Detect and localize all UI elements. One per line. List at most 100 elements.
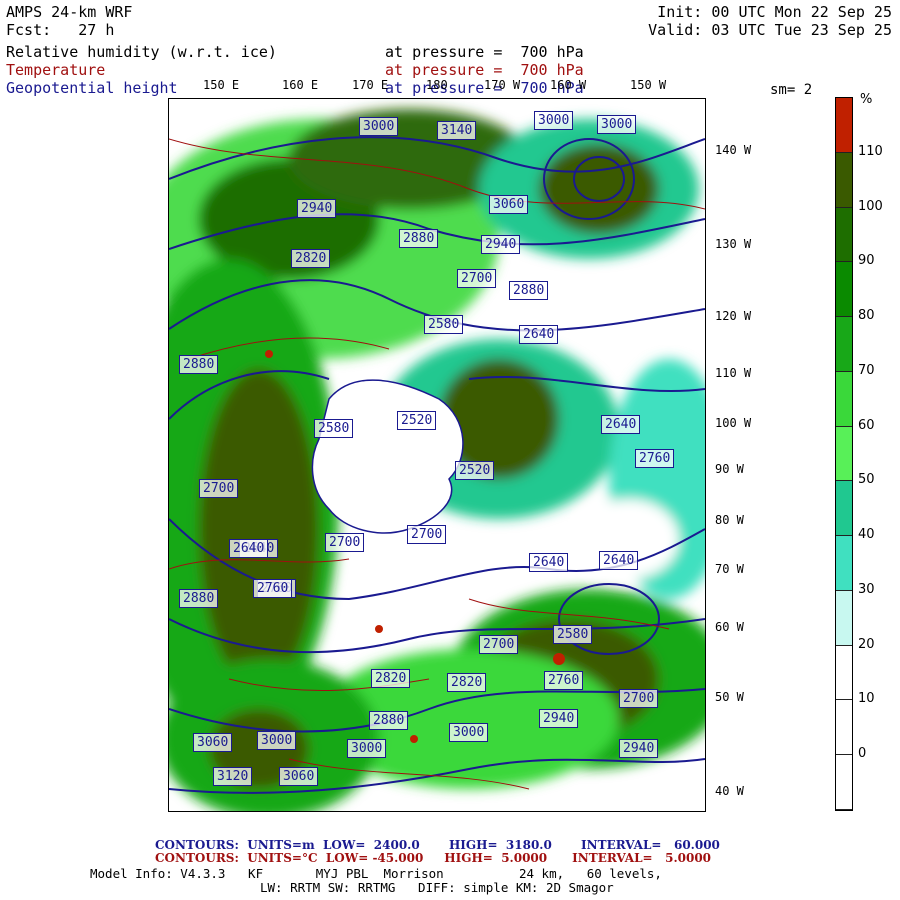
height-contour-label: 2640 [229,539,269,558]
lat-label: 50 W [715,690,744,704]
height-contour-label: 2700 [619,689,659,708]
colorbar-segment [836,590,852,646]
colorbar-unit: % [860,92,873,107]
colorbar-segment [836,317,852,372]
field1-name: Relative humidity (w.r.t. ice) [6,43,277,61]
height-contour-label: 2700 [479,635,519,654]
height-contour-label: 2880 [179,589,219,608]
model-info: Model Info: V4.3.3 KF MYJ PBL Morrison 2… [90,866,662,881]
lon-label: 170 E [352,78,389,92]
field1-level: at pressure = 700 hPa [385,43,584,61]
forecast-label: Fcst: [6,21,52,39]
colorbar-segment [836,152,852,208]
colorbar-segment [836,755,852,810]
lon-label: 160 W [550,78,587,92]
lat-label: 100 W [715,416,752,430]
height-contour-label: 3000 [347,739,387,758]
height-contour-label: 2700 [199,479,239,498]
colorbar-label: 90 [858,253,875,269]
init-time: Init: 00 UTC Mon 22 Sep 25 [657,3,892,21]
height-contour-label: 3120 [213,767,253,786]
lat-label: 80 W [715,513,744,527]
height-contour-label: 2880 [179,355,219,374]
temperature-contour-info: CONTOURS: UNITS=°C LOW= -45.000 HIGH= 5.… [155,851,712,865]
height-contour-label: 3140 [437,121,477,140]
colorbar-label: 0 [858,746,867,762]
colorbar-segment [836,481,852,537]
colorbar-label: 110 [858,143,883,159]
lat-label: 60 W [715,620,744,634]
height-contour-label: 2520 [455,461,495,480]
model-title: AMPS 24-km WRF [6,3,133,21]
height-contour-label: 2940 [481,235,521,254]
height-contour-label: 3000 [449,723,489,742]
colorbar-label: 40 [858,527,875,543]
height-contour-label: 2640 [519,325,559,344]
height-contour-label: 2640 [599,551,639,570]
lon-label: 150 E [203,78,240,92]
forecast-value: 27 h [78,21,115,39]
height-contour-label: 2820 [291,249,331,268]
colorbar-segment [836,98,852,153]
lat-label: 70 W [715,562,744,576]
field3-name: Geopotential height [6,79,178,97]
height-contour-label: 2640 [529,553,569,572]
colorbar-segment [836,645,852,701]
height-contour-label: 2640 [601,415,641,434]
height-contour-label: 3000 [597,115,637,134]
lat-label: 140 W [715,143,752,157]
colorbar-label: 80 [858,308,875,324]
height-contour-label: 2880 [509,281,549,300]
colorbar-label: 30 [858,581,875,597]
height-contour-label: 2880 [399,229,439,248]
valid-time: Valid: 03 UTC Tue 23 Sep 25 [648,21,892,39]
lon-label: 170 W [484,78,521,92]
lat-label: 90 W [715,462,744,476]
lon-label: 160 E [282,78,319,92]
height-contour-label: 2940 [539,709,579,728]
colorbar-label: 10 [858,691,875,707]
lat-label: 40 W [715,784,744,798]
colorbar-label: 60 [858,417,875,433]
colorbar-segment [836,700,852,756]
smoothing-label: sm= 2 [770,82,813,98]
field2-level: at pressure = 700 hPa [385,61,584,79]
map-panel: 3000 3140 3000 3000 2940 2880 2940 2820 … [168,98,706,812]
lat-label: 130 W [715,237,752,251]
field2-name: Temperature [6,61,106,79]
height-contour-label: 3060 [489,195,529,214]
height-contour-label: 3000 [534,111,574,130]
height-contour-label: 2880 [369,711,409,730]
height-contour-label: 2580 [553,625,593,644]
colorbar-segment [836,536,852,591]
lon-label: 180 [426,78,448,92]
height-contour-info: CONTOURS: UNITS=m LOW= 2400.0 HIGH= 3180… [155,838,720,852]
height-contour-label: 2700 [325,533,365,552]
height-contour-label: 3060 [279,767,319,786]
height-contour-label: 2760 [635,449,675,468]
height-contour-label: 2760 [253,579,293,598]
lat-label: 110 W [715,366,752,380]
lat-label: 120 W [715,309,752,323]
height-contour-label: 2580 [314,419,354,438]
colorbar-label: 50 [858,472,875,488]
height-contour-label: 3000 [257,731,297,750]
humidity-colorbar [835,97,853,811]
height-contour-label: 2820 [371,669,411,688]
antarctica [311,379,464,534]
height-contour-label: 3000 [359,117,399,136]
height-contour-label: 2940 [619,739,659,758]
colorbar-label: 70 [858,362,875,378]
colorbar-segment [836,426,852,482]
height-contour-label: 2700 [457,269,497,288]
height-contour-label: 2700 [407,525,447,544]
colorbar-segment [836,371,852,427]
height-contour-label: 2520 [397,411,437,430]
colorbar-label: 100 [858,198,883,214]
lon-label: 150 W [630,78,667,92]
height-contour-label: 2820 [447,673,487,692]
height-contour-label: 3060 [193,733,233,752]
height-contour-label: 2580 [424,315,464,334]
colorbar-label: 20 [858,636,875,652]
forecast-hour: Fcst: 27 h [6,22,114,39]
